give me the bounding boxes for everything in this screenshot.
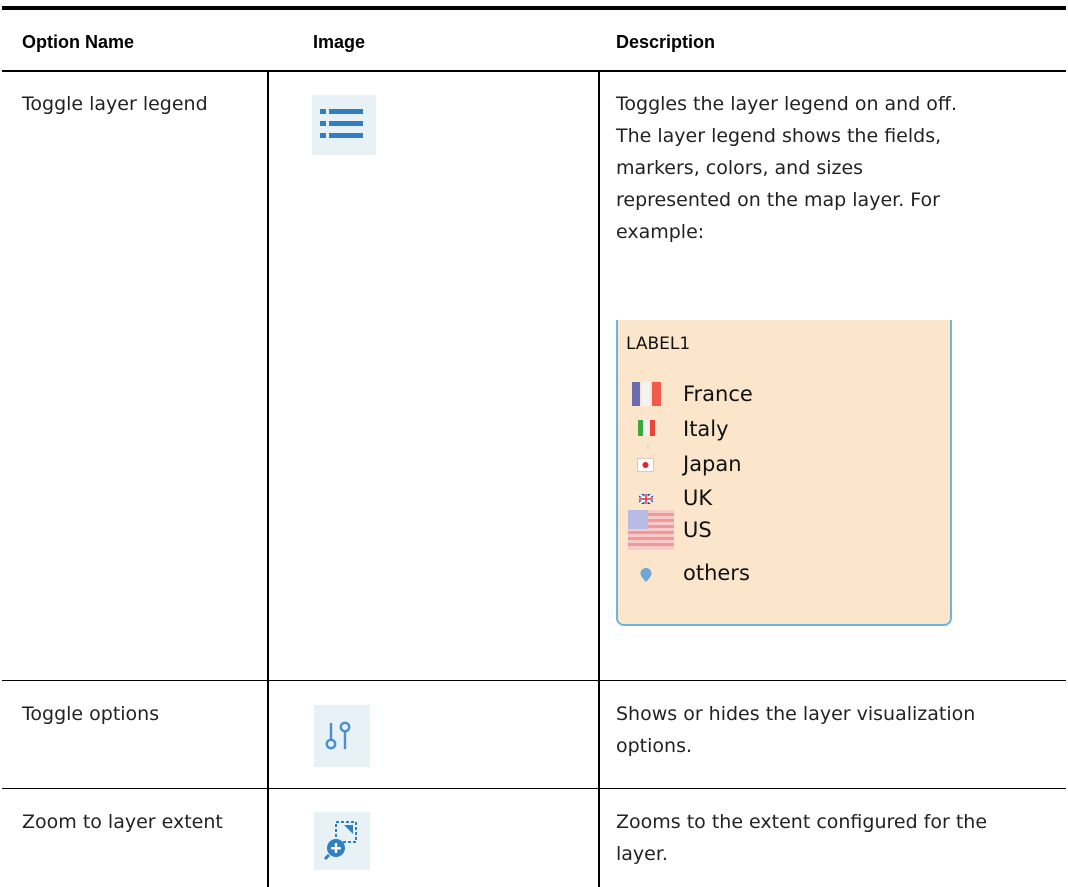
option-name-cell: Toggle layer legend [22, 93, 208, 115]
layer-legend-example: LABEL1 France Italy Japan UK US others [616, 320, 952, 626]
legend-item: US [626, 510, 946, 550]
uk-flag-icon [639, 494, 653, 504]
header-option-name: Option Name [22, 32, 135, 52]
legend-label: US [683, 518, 712, 542]
legend-item: Japan [626, 450, 946, 480]
description-line: Toggles the layer legend on and off. [616, 93, 958, 115]
italy-flag-icon [638, 420, 655, 436]
description-line: options. [616, 735, 693, 757]
row-divider [2, 680, 1066, 681]
legend-label: others [683, 561, 750, 585]
options-icon [314, 705, 370, 767]
column-divider [598, 70, 600, 887]
description-line: The layer legend shows the fields, [616, 125, 942, 147]
description-line: example: [616, 221, 705, 243]
header-description: Description [616, 32, 716, 52]
column-divider [267, 70, 269, 887]
legend-item: others [626, 559, 946, 589]
legend-title: LABEL1 [626, 334, 691, 354]
description-line: markers, colors, and sizes [616, 157, 864, 179]
description-line: Zooms to the extent configured for the [616, 811, 988, 833]
legend-label: France [683, 382, 753, 406]
legend-item: UK [626, 484, 946, 514]
option-name-cell: Zoom to layer extent [22, 811, 223, 833]
option-name-cell: Toggle options [22, 703, 160, 725]
description-line: represented on the map layer. For [616, 189, 940, 211]
japan-flag-icon [637, 458, 654, 472]
table-header-rule [2, 70, 1066, 72]
table-top-rule [2, 6, 1066, 10]
header-image: Image [313, 32, 366, 52]
description-line: Shows or hides the layer visualization [616, 703, 976, 725]
row-divider [2, 788, 1066, 789]
legend-item: France [626, 380, 946, 410]
zoom-extent-icon [314, 812, 370, 870]
description-line: layer. [616, 843, 668, 865]
legend-label: Japan [683, 452, 742, 476]
france-flag-icon [632, 382, 661, 406]
legend-label: Italy [683, 417, 729, 441]
legend-label: UK [683, 486, 713, 510]
list-icon [312, 95, 376, 155]
us-flag-icon [628, 510, 674, 550]
legend-item: Italy [626, 415, 946, 445]
map-pin-icon [640, 568, 652, 582]
